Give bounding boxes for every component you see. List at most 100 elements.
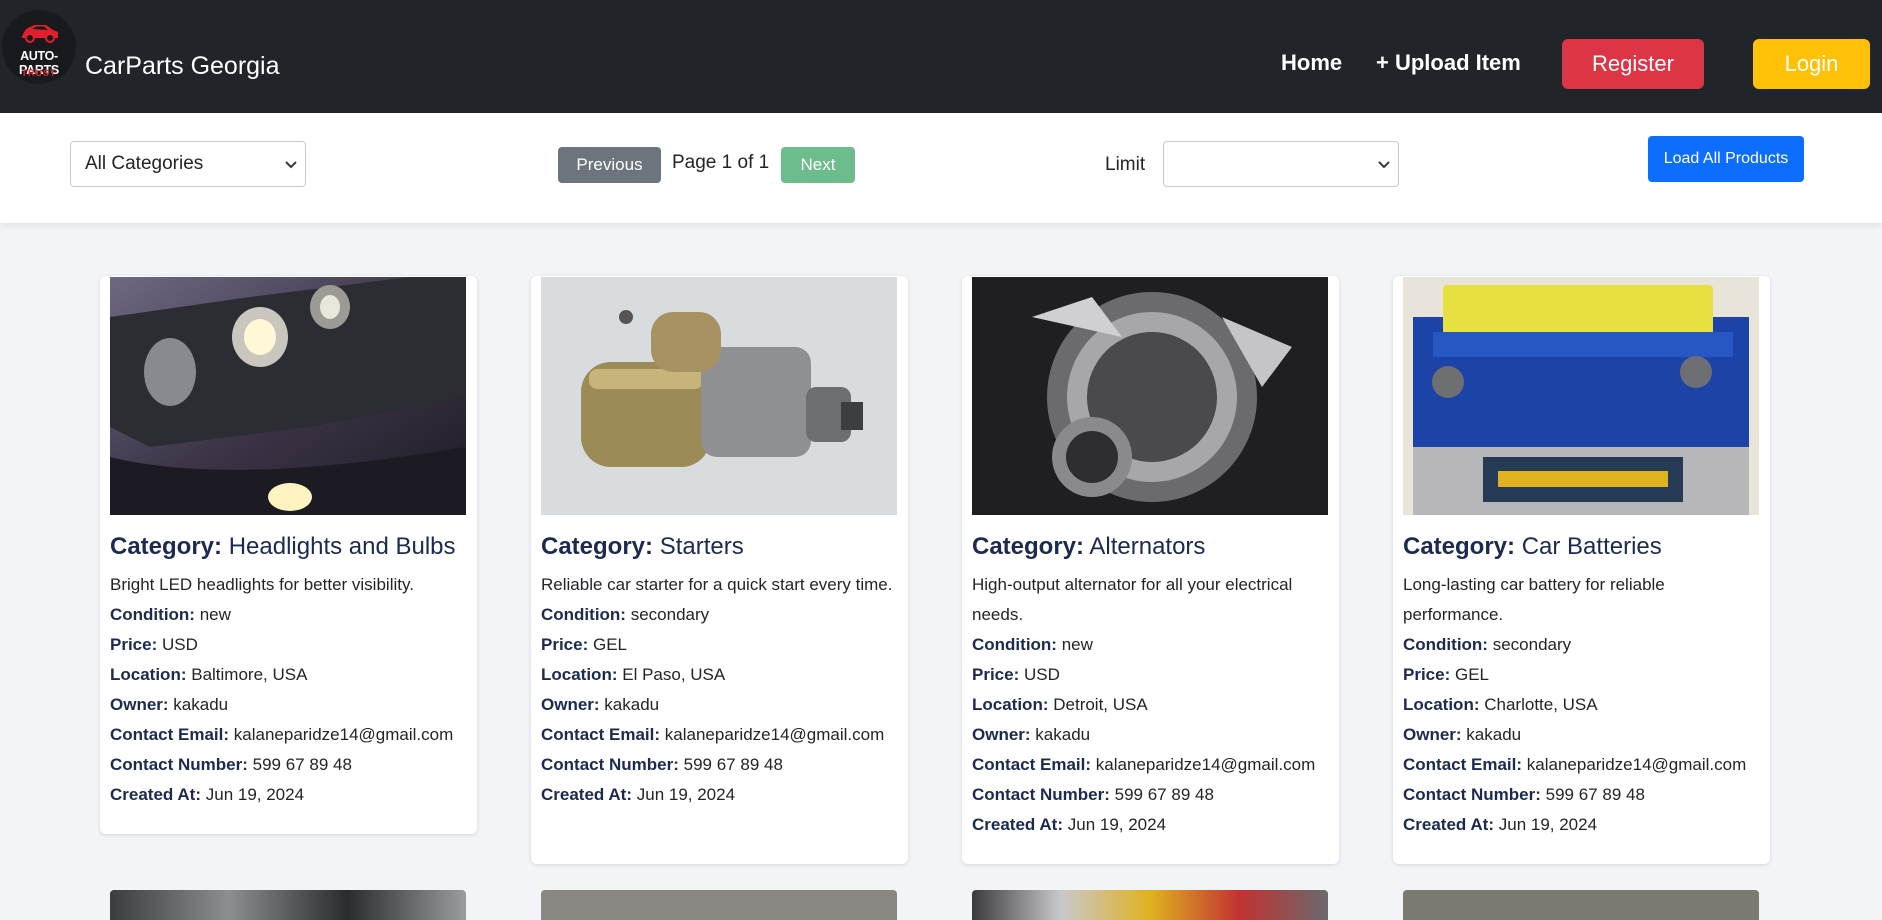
contact-number-label: Contact Number: [1403, 785, 1541, 804]
contact-number-value: 599 67 89 48 [1114, 785, 1214, 804]
product-details: Category: Starters Reliable car starter … [541, 532, 901, 810]
product-image-partial [541, 890, 897, 920]
created-at-label: Created At: [972, 815, 1063, 834]
condition-label: Condition: [1403, 635, 1488, 654]
navbar: AUTO-PARTS TRUST CarParts Georgia Home +… [0, 0, 1882, 113]
contact-email-value: kalaneparidze14@gmail.com [1095, 755, 1316, 774]
price-value: USD [1023, 665, 1060, 684]
created-at-value: Jun 19, 2024 [1067, 815, 1167, 834]
limit-select[interactable] [1163, 141, 1399, 187]
contact-number-label: Contact Number: [541, 755, 679, 774]
category-value: Headlights and Bulbs [228, 533, 456, 560]
product-description: Reliable car starter for a quick start e… [541, 575, 893, 594]
limit-label: Limit [1105, 154, 1146, 175]
condition-value: new [1061, 635, 1093, 654]
contact-email-label: Contact Email: [110, 725, 230, 744]
product-card[interactable]: Category: Starters Reliable car starter … [531, 276, 908, 864]
product-description: High-output alternator for all your elec… [972, 575, 1293, 624]
condition-value: secondary [1492, 635, 1572, 654]
product-image-headlights [110, 277, 466, 515]
contact-number-row: Contact Number: 599 67 89 48 [972, 780, 1332, 810]
register-button[interactable]: Register [1562, 39, 1704, 89]
owner-value: kakadu [1466, 725, 1522, 744]
contact-number-row: Contact Number: 599 67 89 48 [541, 750, 901, 780]
contact-email-label: Contact Email: [972, 755, 1092, 774]
location-label: Location: [1403, 695, 1480, 714]
created-at-value: Jun 19, 2024 [636, 785, 736, 804]
price-value: USD [161, 635, 198, 654]
condition-row: Condition: secondary [1403, 630, 1763, 660]
owner-value: kakadu [173, 695, 229, 714]
location-value: Baltimore, USA [191, 665, 308, 684]
product-details: Category: Headlights and Bulbs Bright LE… [110, 532, 470, 810]
owner-row: Owner: kakadu [110, 690, 470, 720]
nav-home-link[interactable]: Home [1281, 50, 1342, 76]
location-value: Detroit, USA [1053, 695, 1148, 714]
contact-email-label: Contact Email: [1403, 755, 1523, 774]
condition-label: Condition: [110, 605, 195, 624]
price-row: Price: GEL [541, 630, 901, 660]
site-logo[interactable]: AUTO-PARTS TRUST [2, 10, 76, 84]
contact-email-label: Contact Email: [541, 725, 661, 744]
price-label: Price: [972, 665, 1020, 684]
chevron-down-icon [285, 161, 297, 169]
location-value: El Paso, USA [622, 665, 726, 684]
created-at-row: Created At: Jun 19, 2024 [541, 780, 901, 810]
category-select-value: All Categories [85, 153, 204, 174]
location-row: Location: Detroit, USA [972, 690, 1332, 720]
contact-number-value: 599 67 89 48 [1545, 785, 1645, 804]
nav-upload-link[interactable]: + Upload Item [1376, 50, 1521, 76]
created-at-row: Created At: Jun 19, 2024 [110, 780, 470, 810]
created-at-value: Jun 19, 2024 [205, 785, 305, 804]
condition-row: Condition: secondary [541, 600, 901, 630]
price-label: Price: [110, 635, 158, 654]
price-row: Price: USD [110, 630, 470, 660]
product-title: Category: Headlights and Bulbs [110, 532, 470, 562]
condition-value: secondary [630, 605, 710, 624]
price-value: GEL [592, 635, 628, 654]
location-row: Location: Baltimore, USA [110, 660, 470, 690]
location-label: Location: [541, 665, 618, 684]
owner-row: Owner: kakadu [1403, 720, 1763, 750]
category-select[interactable]: All Categories [70, 141, 306, 187]
owner-value: kakadu [1035, 725, 1091, 744]
price-label: Price: [1403, 665, 1451, 684]
contact-number-value: 599 67 89 48 [683, 755, 783, 774]
location-value: Charlotte, USA [1484, 695, 1598, 714]
contact-number-label: Contact Number: [110, 755, 248, 774]
condition-row: Condition: new [972, 630, 1332, 660]
product-image-tires [110, 890, 466, 920]
category-label: Category: [541, 533, 654, 560]
previous-page-button[interactable]: Previous [558, 147, 661, 183]
contact-email-row: Contact Email: kalaneparidze14@gmail.com [972, 750, 1332, 780]
brand-name[interactable]: CarParts Georgia [85, 52, 280, 81]
created-at-row: Created At: Jun 19, 2024 [972, 810, 1332, 840]
contact-email-value: kalaneparidze14@gmail.com [233, 725, 454, 744]
contact-email-value: kalaneparidze14@gmail.com [1526, 755, 1747, 774]
owner-value: kakadu [604, 695, 660, 714]
product-image-alternator [972, 277, 1328, 515]
created-at-label: Created At: [1403, 815, 1494, 834]
product-description: Long-lasting car battery for reliable pe… [1403, 575, 1665, 624]
contact-email-row: Contact Email: kalaneparidze14@gmail.com [1403, 750, 1763, 780]
filter-bar: All Categories Previous Page 1 of 1 Next… [0, 113, 1882, 223]
load-all-products-button[interactable]: Load All Products [1648, 136, 1804, 182]
location-label: Location: [972, 695, 1049, 714]
category-label: Category: [110, 533, 223, 560]
product-card[interactable]: Category: Car Batteries Long-lasting car… [1393, 276, 1770, 864]
product-image-partial [972, 890, 1328, 920]
product-card[interactable]: Category: Alternators High-output altern… [962, 276, 1339, 864]
condition-row: Condition: new [110, 600, 470, 630]
price-value: GEL [1454, 665, 1490, 684]
created-at-label: Created At: [110, 785, 201, 804]
chevron-down-icon [1378, 161, 1390, 169]
owner-row: Owner: kakadu [972, 720, 1332, 750]
product-card[interactable]: Category: Headlights and Bulbs Bright LE… [100, 276, 477, 834]
owner-row: Owner: kakadu [541, 690, 901, 720]
product-description: Bright LED headlights for better visibil… [110, 575, 414, 594]
owner-label: Owner: [972, 725, 1031, 744]
price-label: Price: [541, 635, 589, 654]
owner-label: Owner: [541, 695, 600, 714]
login-button[interactable]: Login [1753, 39, 1870, 89]
next-page-button[interactable]: Next [781, 147, 855, 183]
